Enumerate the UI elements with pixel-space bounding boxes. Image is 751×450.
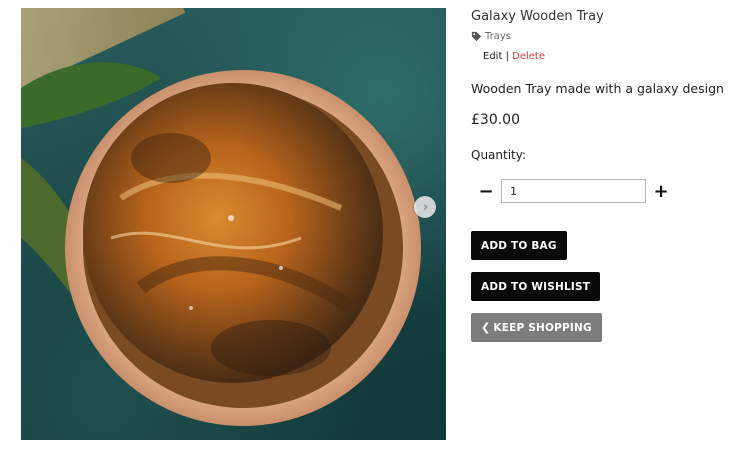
increment-button[interactable]: + [646, 178, 676, 204]
delete-link[interactable]: Delete [512, 51, 545, 62]
decrement-button[interactable]: − [471, 178, 501, 204]
carousel-next-button[interactable]: › [414, 196, 436, 218]
add-to-bag-button[interactable]: ADD TO BAG [471, 231, 567, 260]
quantity-label: Quantity: [471, 148, 527, 162]
admin-links: Edit | Delete [483, 51, 545, 62]
edit-link[interactable]: Edit [483, 51, 502, 62]
product-category[interactable]: Trays [471, 31, 511, 42]
chevron-left-icon: ❮ [481, 321, 491, 334]
quantity-input[interactable] [501, 179, 646, 203]
tag-icon [471, 31, 482, 42]
product-image [21, 8, 446, 440]
product-price: £30.00 [471, 112, 520, 128]
category-label: Trays [485, 31, 512, 42]
keep-shopping-label: KEEP SHOPPING [493, 321, 592, 334]
tray-illustration [21, 62, 421, 426]
product-title: Galaxy Wooden Tray [471, 9, 604, 24]
keep-shopping-button[interactable]: ❮ KEEP SHOPPING [471, 313, 602, 342]
product-description: Wooden Tray made with a galaxy design [471, 81, 724, 96]
add-to-wishlist-button[interactable]: ADD TO WISHLIST [471, 272, 601, 301]
chevron-right-icon: › [422, 199, 429, 215]
admin-separator: | [505, 51, 509, 62]
quantity-stepper: − + [471, 178, 676, 204]
